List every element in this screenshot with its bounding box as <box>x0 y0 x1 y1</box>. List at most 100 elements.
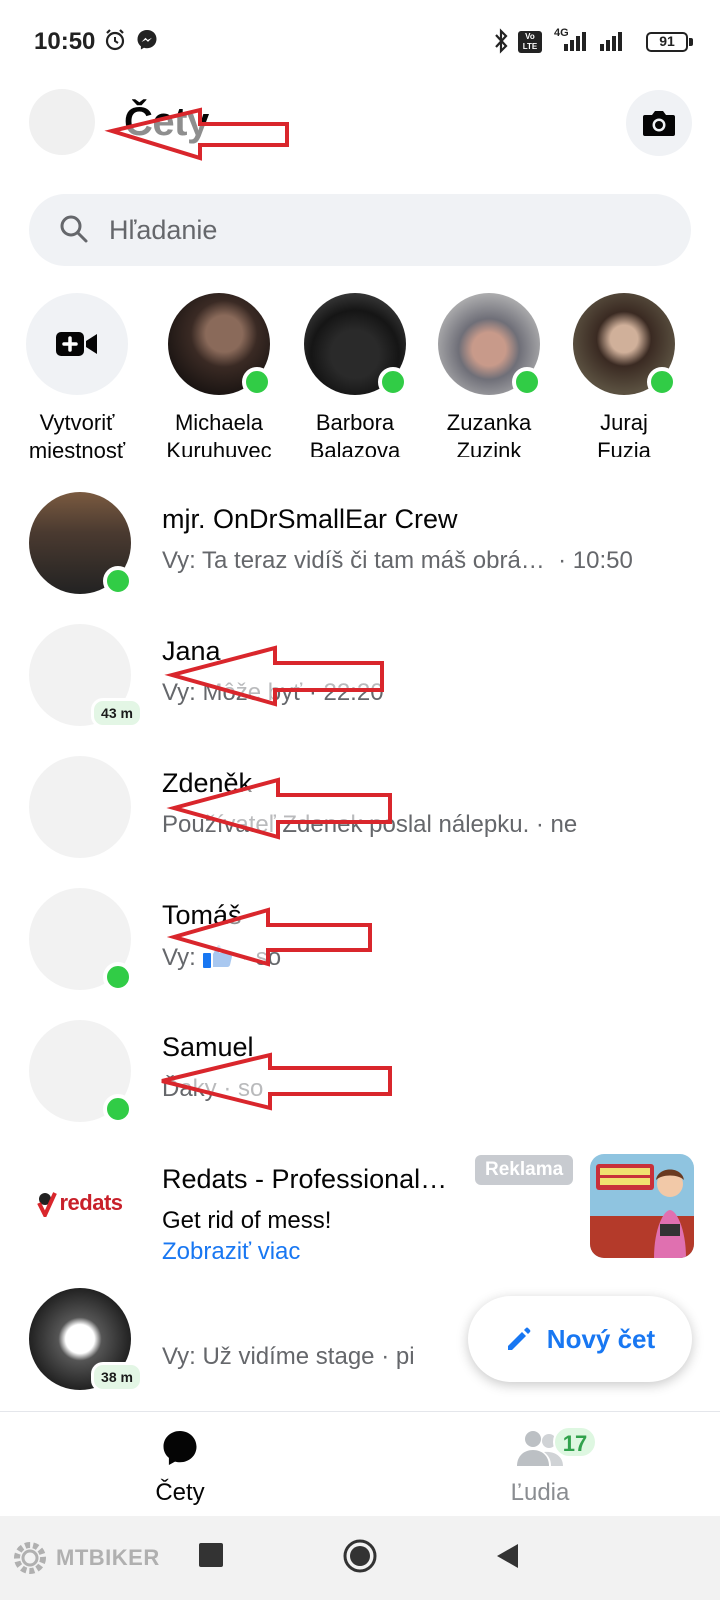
back-button[interactable] <box>494 1542 520 1570</box>
chat-preview: Používateľ Zdenek poslal nálepku. · ne <box>162 811 578 838</box>
ad-thumbnail <box>590 1154 694 1258</box>
camera-icon <box>643 111 675 136</box>
story-barbora[interactable]: Barbora Balazova <box>286 293 424 457</box>
ad-image[interactable] <box>590 1154 694 1258</box>
story-name: Zuzanka <box>446 410 532 435</box>
tab-chats[interactable]: Čety <box>90 1428 270 1507</box>
chat-avatar <box>29 492 133 596</box>
status-time: 10:50 <box>34 28 96 55</box>
create-room-button[interactable] <box>26 293 128 395</box>
profile-avatar[interactable] <box>29 89 95 155</box>
chat-name: mjr. OnDrSmallEar Crew <box>162 504 458 534</box>
online-indicator <box>103 566 133 596</box>
bluetooth-icon <box>495 28 508 54</box>
volte-icon: Vo LTE <box>518 31 542 53</box>
pencil-icon <box>507 1327 531 1350</box>
search-icon <box>60 215 88 243</box>
chat-time: · 10:50 <box>558 547 633 574</box>
chat-preview: Ďaky · so <box>162 1075 264 1102</box>
chat-preview-text: Vy: Ta teraz vidíš či tam máš obrá… <box>162 547 545 574</box>
chat-row[interactable]: Zdeněk Používateľ Zdenek poslal nálepku.… <box>0 756 720 888</box>
search-bar[interactable] <box>29 194 691 266</box>
active-time-badge: 38 m <box>91 1362 143 1392</box>
active-time-badge: 43 m <box>91 698 143 728</box>
story-sub: Kuruhuvec <box>166 438 272 457</box>
chat-name: Samuel <box>162 1032 254 1062</box>
online-indicator <box>242 367 272 397</box>
home-button[interactable] <box>342 1538 378 1574</box>
watermark-text: MTBIKER <box>56 1545 160 1570</box>
story-michaela[interactable]: Michaela Kuruhuvec <box>150 293 288 457</box>
chat-name: Zdeněk <box>162 768 253 798</box>
gear-logo-icon <box>14 1542 46 1574</box>
signal-icon <box>564 32 586 51</box>
camera-button[interactable] <box>626 90 692 156</box>
search-input[interactable] <box>109 194 669 266</box>
chat-row[interactable]: Samuel Ďaky · so <box>0 1020 720 1152</box>
video-plus-icon <box>56 332 97 356</box>
story-name: Barbora <box>315 410 395 435</box>
show-more-link[interactable]: Zobraziť viac <box>162 1238 300 1266</box>
story-name: Vytvoriť <box>39 410 115 435</box>
redats-mark-icon <box>37 1192 58 1217</box>
chat-avatar: 43 m <box>29 624 143 728</box>
chat-preview-text: Vy: <box>162 944 196 971</box>
online-indicator <box>512 367 542 397</box>
system-nav-bar: MTBIKER <box>0 1516 720 1600</box>
chat-avatar <box>29 756 131 858</box>
story-sub: miestnosť <box>28 438 126 463</box>
tab-label: Čety <box>155 1479 205 1506</box>
story-sub: Zuzink <box>456 438 522 457</box>
chat-row[interactable]: Tomáš Vy: · so <box>0 888 720 1020</box>
new-chat-label: Nový čet <box>546 1323 656 1354</box>
story-avatar <box>438 293 542 397</box>
watermark: MTBIKER <box>10 1538 160 1578</box>
chat-preview: Vy: Už vidíme stage · pi <box>162 1343 415 1370</box>
battery-icon: 91 <box>646 32 693 52</box>
people-count-badge: 17 <box>553 1426 597 1458</box>
tab-label: Ľudia <box>510 1479 570 1506</box>
chat-preview: Vy: Môže byť · 22:20 <box>162 679 384 706</box>
chat-name: Tomáš <box>162 900 242 930</box>
story-name: Michaela <box>174 410 264 435</box>
ad-logo-text: redats <box>59 1190 123 1215</box>
story-name: Juraj <box>600 410 648 435</box>
chat-time: · so <box>241 944 282 971</box>
status-bar: 10:50 Vo LTE 4G 91 <box>0 0 720 80</box>
recents-button[interactable] <box>199 1543 223 1567</box>
messenger-icon <box>137 30 157 50</box>
ad-badge: Reklama <box>475 1155 574 1185</box>
story-avatar <box>573 293 677 397</box>
online-indicator <box>103 1094 133 1124</box>
chat-bubble-icon <box>163 1431 197 1465</box>
online-indicator <box>103 962 133 992</box>
bottom-tab-bar: Čety 17 Ľudia <box>0 1411 720 1515</box>
chat-avatar: 38 m <box>29 1288 143 1392</box>
battery-level: 91 <box>659 33 675 49</box>
tab-people[interactable]: 17 Ľudia <box>450 1426 630 1507</box>
chat-preview: Get rid of mess! <box>162 1207 332 1234</box>
ad-logo: redats <box>29 1152 131 1254</box>
chat-name: Redats - Professional… <box>162 1164 448 1194</box>
story-avatar <box>304 293 408 397</box>
alarm-icon <box>105 29 125 51</box>
story-juraj[interactable]: Juraj Fuzia <box>555 293 693 457</box>
signal-icon-2 <box>600 32 622 51</box>
story-zuzanka[interactable]: Zuzanka Zuzink <box>420 293 558 457</box>
online-indicator <box>647 367 677 397</box>
chat-avatar <box>29 1020 133 1124</box>
like-sticker-icon <box>203 945 233 968</box>
story-sub: Balazova <box>309 438 401 457</box>
story-avatar <box>168 293 272 397</box>
chat-row[interactable]: mjr. OnDrSmallEar Crew Vy: Ta teraz vidí… <box>0 492 720 624</box>
volte-label: Vo LTE <box>522 32 538 51</box>
online-indicator <box>378 367 408 397</box>
story-sub: Fuzia <box>597 438 651 457</box>
story-create-room[interactable]: Vytvoriť miestnosť <box>8 293 146 465</box>
chat-preview: Vy: · so <box>162 943 281 972</box>
page-title: Čety <box>124 100 209 144</box>
chat-avatar <box>29 888 133 992</box>
chat-row[interactable]: 43 m Jana Vy: Môže byť · 22:20 <box>0 624 720 756</box>
chat-preview: Vy: Ta teraz vidíš či tam máš obrá… · 10… <box>162 547 633 575</box>
new-chat-button[interactable]: Nový čet <box>468 1296 692 1382</box>
